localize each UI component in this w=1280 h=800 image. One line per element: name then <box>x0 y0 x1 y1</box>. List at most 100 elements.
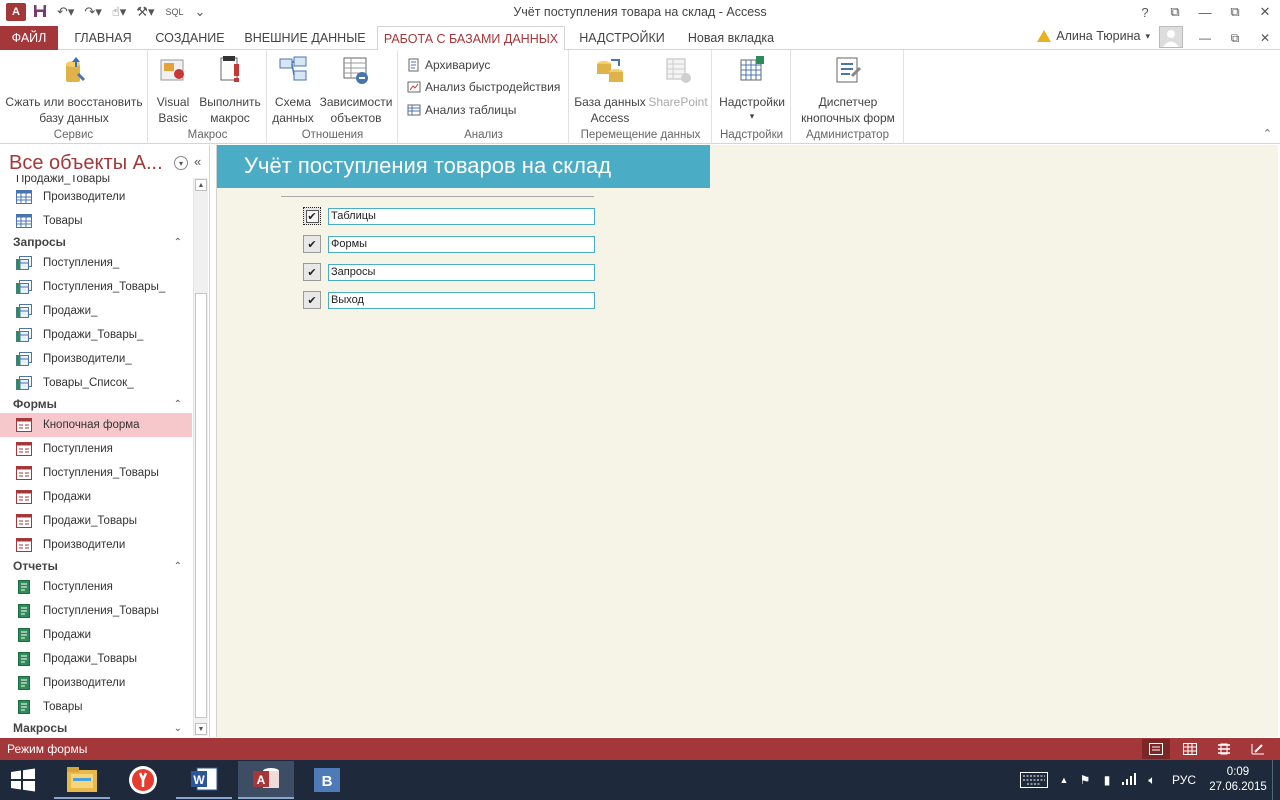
nav-item-report[interactable]: Товары <box>0 695 192 719</box>
form-view-button[interactable] <box>1142 739 1170 759</box>
battery-icon[interactable]: ▮ <box>1096 773 1118 787</box>
nav-item-query[interactable]: Поступления_ <box>0 251 192 275</box>
object-dependencies-button[interactable]: Зависимости объектов <box>316 54 396 126</box>
nav-item-report[interactable]: Поступления <box>0 575 192 599</box>
nav-group-forms[interactable]: Формы ⌃ <box>0 395 192 413</box>
network-icon[interactable] <box>1118 772 1140 788</box>
language-indicator[interactable]: РУС <box>1164 773 1204 787</box>
nav-item-report[interactable]: Продажи <box>0 623 192 647</box>
nav-item-table[interactable]: Производители <box>0 185 192 209</box>
clock[interactable]: 0:09 27.06.2015 <box>1204 765 1272 795</box>
flag-notifications-icon[interactable]: ⚑ <box>1074 773 1096 787</box>
tools-icon[interactable]: ⚒▾ <box>133 4 157 20</box>
database-documenter-button[interactable]: Архивариус <box>407 55 490 75</box>
tab-home[interactable]: ГЛАВНАЯ <box>64 26 142 50</box>
taskbar-app-b[interactable]: B <box>299 761 355 799</box>
scroll-thumb[interactable] <box>195 293 207 718</box>
switchboard-item-label[interactable]: Выход <box>328 292 595 309</box>
switchboard-item-button[interactable]: ✔ <box>303 235 321 253</box>
doc-restore-button[interactable]: ⧉ <box>1220 26 1250 50</box>
nav-item-form[interactable]: Производители <box>0 533 192 557</box>
touch-mode-icon[interactable]: ☝▾ <box>109 4 129 20</box>
sharepoint-button[interactable]: SharePoint <box>646 54 710 110</box>
taskbar-word[interactable]: W <box>176 761 232 799</box>
access-database-button[interactable]: База данных Access <box>574 54 646 126</box>
switchboard-item-label[interactable]: Таблицы <box>328 208 595 225</box>
nav-item-query[interactable]: Товары_Список_ <box>0 371 192 395</box>
customize-qat-icon[interactable]: ⌄ <box>192 4 209 20</box>
nav-group-reports[interactable]: Отчеты ⌃ <box>0 557 192 575</box>
svg-text:B: B <box>322 773 333 790</box>
tab-addins[interactable]: НАДСТРОЙКИ <box>572 26 672 50</box>
access-app-icon[interactable]: A <box>6 3 26 21</box>
tab-new[interactable]: Новая вкладка <box>680 26 782 50</box>
list-item[interactable]: Продажи_Товары <box>0 175 192 185</box>
show-hidden-icons-icon[interactable]: ▲ <box>1054 775 1074 785</box>
collapse-nav-pane-icon[interactable]: « <box>194 154 201 169</box>
addins-button[interactable]: Надстройки ▾ <box>715 54 789 122</box>
nav-item-form[interactable]: Продажи_Товары <box>0 509 192 533</box>
doc-close-button[interactable]: ✕ <box>1250 26 1280 50</box>
group-move-data: База данных Access SharePoint Перемещени… <box>570 50 712 144</box>
collapse-ribbon-icon[interactable]: ⌃ <box>1263 127 1272 140</box>
navigation-menu-dropdown-icon[interactable]: ▾ <box>174 156 188 170</box>
datasheet-view-button[interactable] <box>1176 739 1204 759</box>
touch-keyboard-icon[interactable] <box>1014 772 1054 788</box>
help-button[interactable]: ? <box>1130 0 1160 24</box>
tab-file[interactable]: ФАЙЛ <box>0 26 58 50</box>
relationships-button[interactable]: Схема данных <box>270 54 316 126</box>
nav-item-report[interactable]: Поступления_Товары <box>0 599 192 623</box>
undo-icon[interactable]: ↶▾ <box>54 4 77 20</box>
visual-basic-button[interactable]: Visual Basic <box>153 54 193 126</box>
scroll-down-icon[interactable]: ▼ <box>195 723 207 735</box>
nav-item-query[interactable]: Продажи_ <box>0 299 192 323</box>
nav-item-table[interactable]: Товары <box>0 209 192 233</box>
nav-item-query[interactable]: Производители_ <box>0 347 192 371</box>
taskbar-explorer[interactable] <box>54 761 110 799</box>
nav-item-form[interactable]: Кнопочная форма <box>0 413 192 437</box>
tab-external-data[interactable]: ВНЕШНИЕ ДАННЫЕ <box>240 26 370 50</box>
nav-item-form[interactable]: Поступления <box>0 437 192 461</box>
taskbar-yandex-browser[interactable] <box>115 761 171 799</box>
ribbon-display-options-icon[interactable]: ⧉ <box>1160 0 1190 24</box>
nav-group-macros[interactable]: Макросы ⌄ <box>0 719 192 737</box>
switchboard-item-button[interactable]: ✔ <box>303 207 321 225</box>
sql-button[interactable]: SQL <box>161 7 187 17</box>
switchboard-item-button[interactable]: ✔ <box>303 263 321 281</box>
taskbar-access[interactable]: A <box>238 761 294 799</box>
nav-item-query[interactable]: Продажи_Товары_ <box>0 323 192 347</box>
switchboard-item-label[interactable]: Формы <box>328 236 595 253</box>
switchboard-item-button[interactable]: ✔ <box>303 291 321 309</box>
restore-button[interactable]: ⧉ <box>1220 0 1250 24</box>
nav-item-report[interactable]: Продажи_Товары <box>0 647 192 671</box>
redo-icon[interactable]: ↷▾ <box>81 4 104 20</box>
tab-create[interactable]: СОЗДАНИЕ <box>148 26 232 50</box>
design-view-button[interactable] <box>1244 739 1272 759</box>
nav-item-report[interactable]: Производители <box>0 671 192 695</box>
analyze-table-button[interactable]: Анализ таблицы <box>407 100 516 120</box>
save-icon[interactable] <box>30 4 50 21</box>
run-macro-button[interactable]: Выполнить макрос <box>195 54 265 126</box>
scroll-up-icon[interactable]: ▲ <box>195 179 207 191</box>
switchboard-manager-button[interactable]: Диспетчер кнопочных форм <box>794 54 902 126</box>
analyze-performance-button[interactable]: Анализ быстродействия <box>407 77 560 97</box>
nav-scrollbar[interactable]: ▲ ▼ <box>193 178 208 736</box>
form-icon <box>16 490 32 504</box>
minimize-button[interactable]: — <box>1190 0 1220 24</box>
nav-item-query[interactable]: Поступления_Товары_ <box>0 275 192 299</box>
avatar[interactable] <box>1159 26 1183 48</box>
navigation-pane-header[interactable]: Все объекты A... ▾ « <box>4 149 204 177</box>
nav-item-form[interactable]: Продажи <box>0 485 192 509</box>
nav-item-form[interactable]: Поступления_Товары <box>0 461 192 485</box>
close-button[interactable]: ✕ <box>1250 0 1280 24</box>
switchboard-item-label[interactable]: Запросы <box>328 264 595 281</box>
volume-icon[interactable]: 🔈︎ <box>1140 773 1164 788</box>
tab-database-tools[interactable]: РАБОТА С БАЗАМИ ДАННЫХ <box>377 26 565 51</box>
user-account[interactable]: Алина Тюрина ▾ <box>1037 29 1150 43</box>
start-button[interactable] <box>8 768 40 792</box>
layout-view-button[interactable] <box>1210 739 1238 759</box>
show-desktop-button[interactable] <box>1272 760 1280 800</box>
compact-repair-button[interactable]: Сжать или восстановить базу данных <box>2 54 146 126</box>
doc-minimize-button[interactable]: — <box>1190 26 1220 50</box>
nav-group-queries[interactable]: Запросы ⌃ <box>0 233 192 251</box>
